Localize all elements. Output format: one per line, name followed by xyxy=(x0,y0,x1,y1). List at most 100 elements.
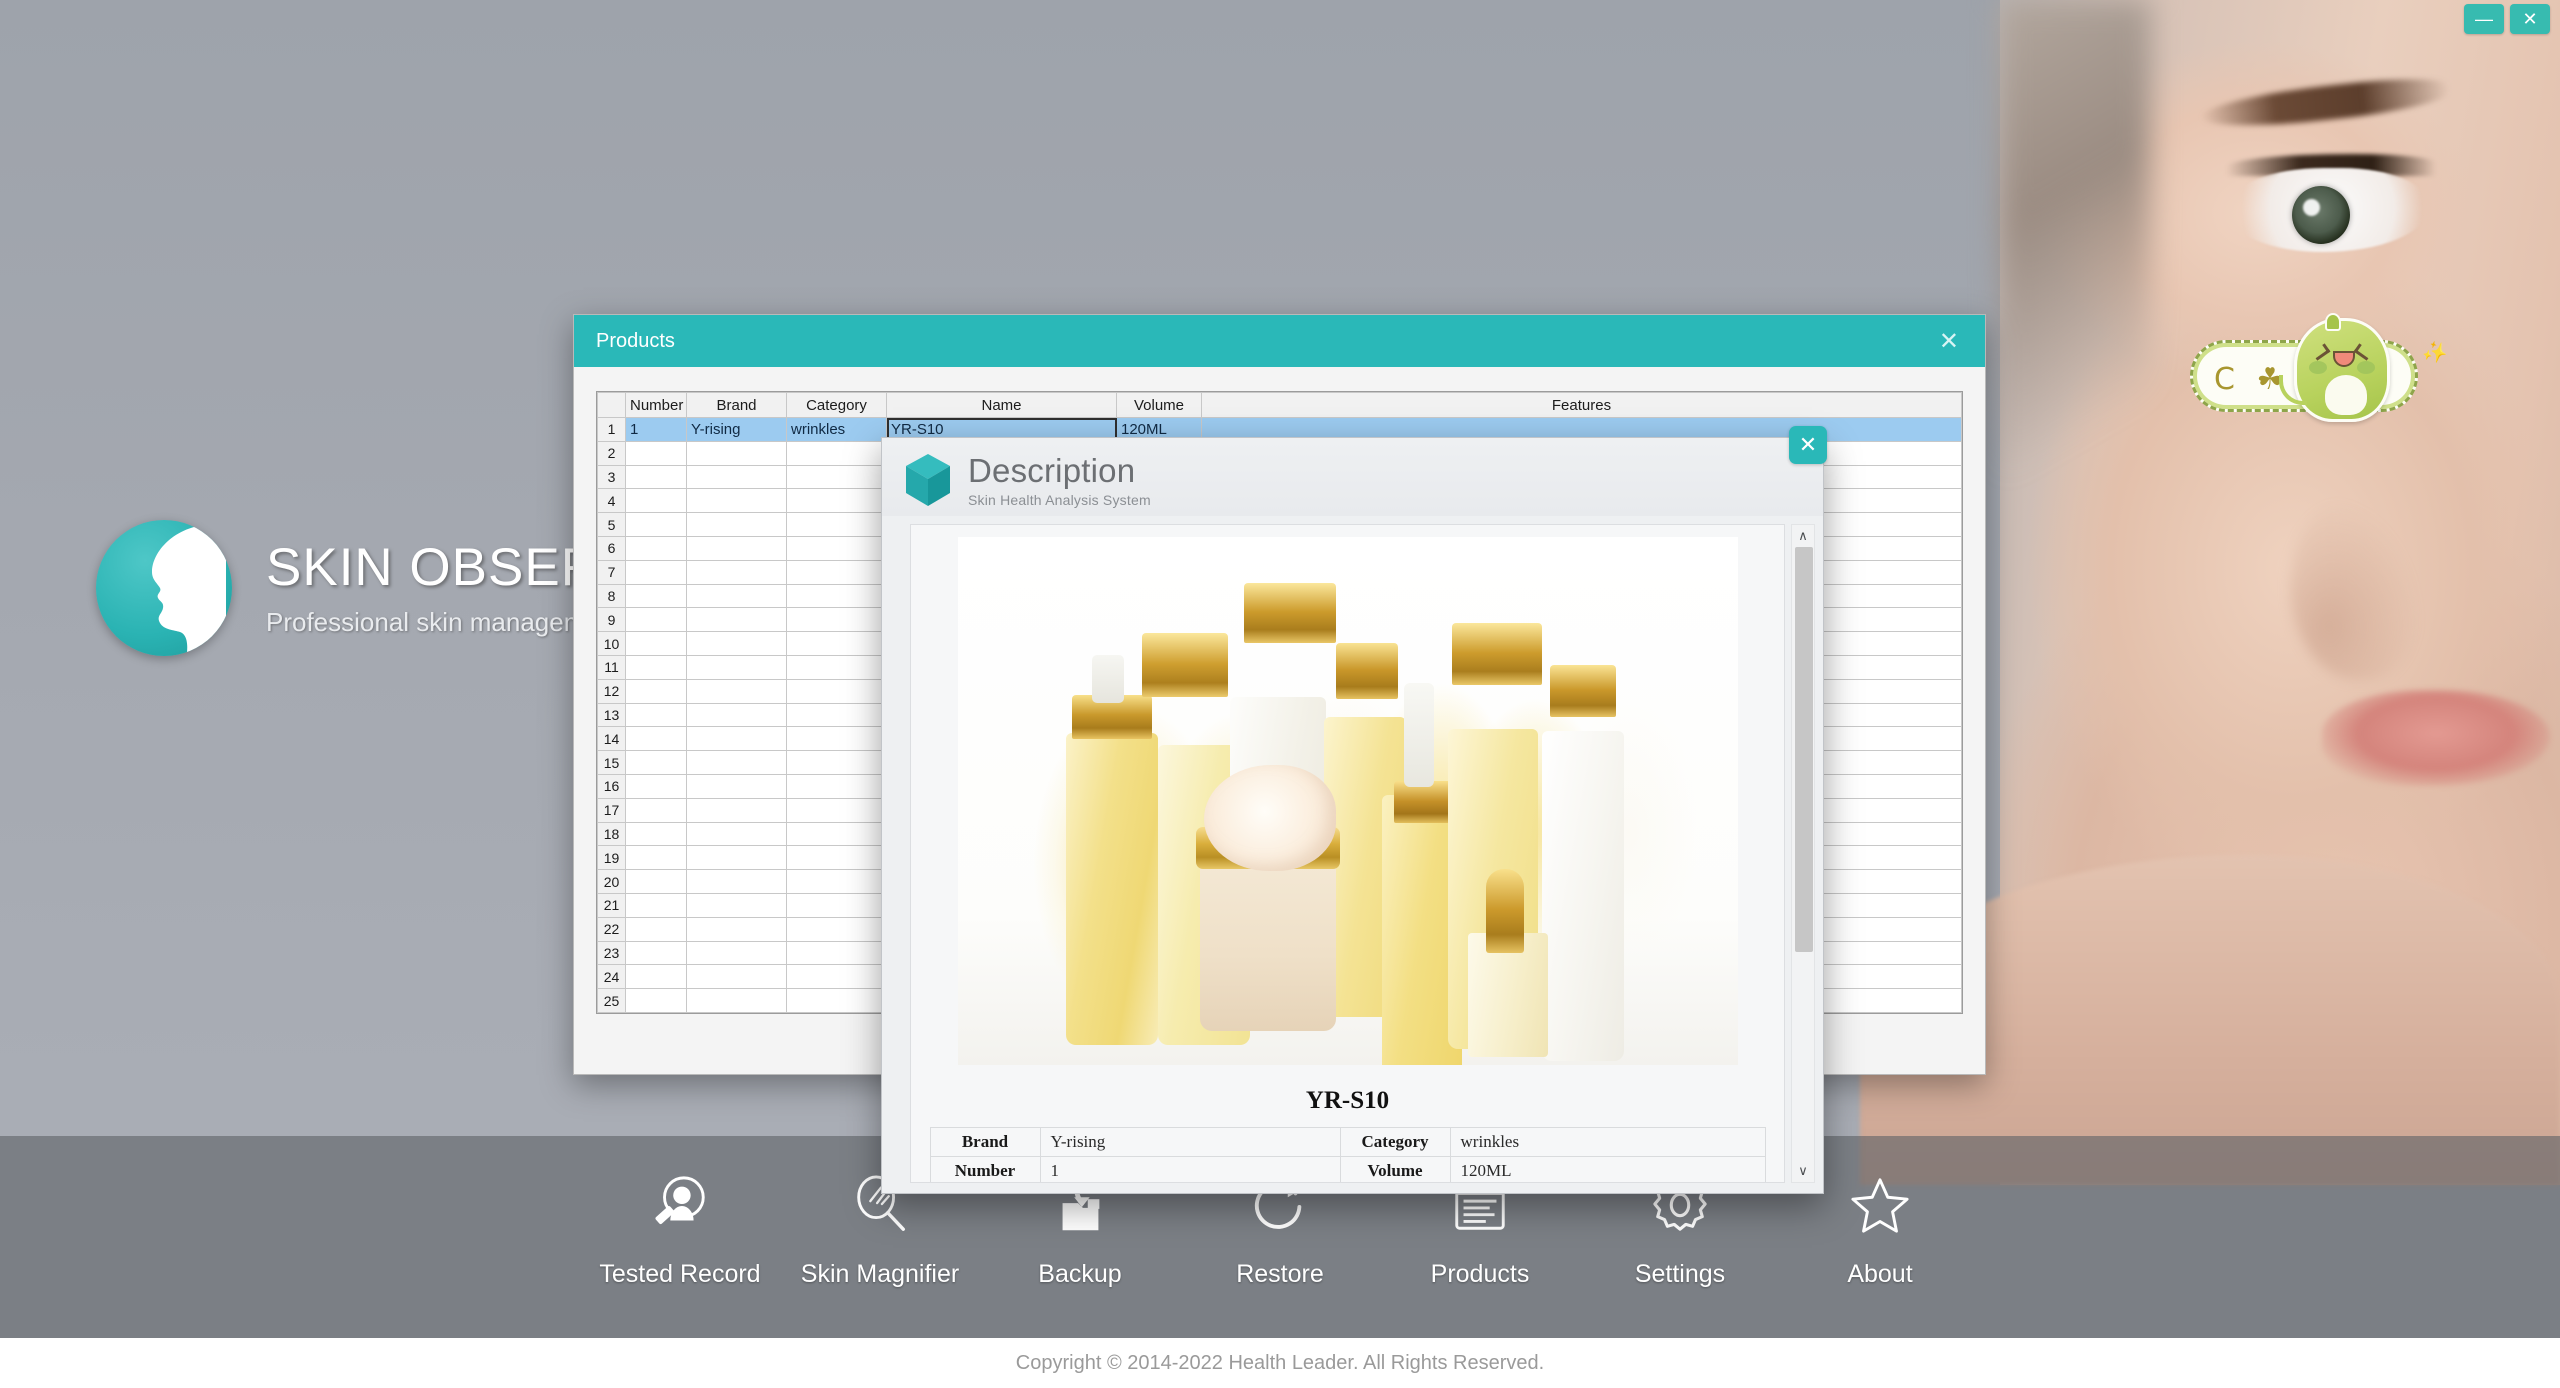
cell-category[interactable] xyxy=(786,464,887,490)
cell-number[interactable] xyxy=(625,916,687,942)
cell-number[interactable] xyxy=(625,607,687,633)
cell-category[interactable] xyxy=(786,726,887,752)
cell-number[interactable] xyxy=(625,869,687,894)
cell-brand[interactable] xyxy=(686,869,787,894)
cell-brand[interactable] xyxy=(686,631,787,656)
cell-number[interactable]: 1 xyxy=(625,417,687,442)
cell-brand[interactable] xyxy=(686,988,787,1013)
cell-number[interactable] xyxy=(625,654,687,680)
cell-brand[interactable] xyxy=(686,726,787,752)
row-number-cell[interactable]: 3 xyxy=(597,464,626,490)
cell-category[interactable] xyxy=(786,845,887,871)
cell-number[interactable] xyxy=(625,631,687,656)
row-number-cell[interactable]: 5 xyxy=(597,512,626,537)
scroll-up-icon[interactable]: ∧ xyxy=(1791,525,1815,547)
scroll-down-icon[interactable]: ∨ xyxy=(1791,1160,1815,1182)
cell-brand[interactable] xyxy=(686,892,787,918)
cell-number[interactable] xyxy=(625,940,687,966)
row-number-cell[interactable]: 11 xyxy=(597,654,626,680)
cell-category[interactable] xyxy=(786,964,887,990)
cell-category[interactable] xyxy=(786,892,887,918)
row-number-cell[interactable]: 12 xyxy=(597,678,626,704)
cell-number[interactable] xyxy=(625,440,687,466)
cell-category[interactable] xyxy=(786,488,887,514)
cell-brand[interactable] xyxy=(686,535,787,561)
cell-brand[interactable] xyxy=(686,559,787,585)
cell-category[interactable] xyxy=(786,702,887,728)
row-number-cell[interactable]: 8 xyxy=(597,583,626,609)
cell-number[interactable] xyxy=(625,797,687,823)
cell-number[interactable] xyxy=(625,702,687,728)
cell-category[interactable] xyxy=(786,654,887,680)
cell-category[interactable] xyxy=(786,869,887,894)
products-grid-header-cell[interactable]: Volume xyxy=(1116,392,1202,418)
products-grid-header-cell[interactable]: Name xyxy=(886,392,1117,418)
cell-category[interactable] xyxy=(786,583,887,609)
cell-category[interactable] xyxy=(786,750,887,775)
row-number-cell[interactable]: 14 xyxy=(597,726,626,752)
scrollbar-track[interactable] xyxy=(1792,547,1814,1160)
cell-brand[interactable] xyxy=(686,702,787,728)
cell-brand[interactable] xyxy=(686,821,787,847)
cell-category[interactable] xyxy=(786,940,887,966)
cell-brand[interactable]: Y-rising xyxy=(686,417,787,442)
cell-number[interactable] xyxy=(625,845,687,871)
products-grid-header-cell[interactable]: Features xyxy=(1201,392,1962,418)
description-close-icon[interactable]: ✕ xyxy=(1789,426,1827,464)
cell-category[interactable] xyxy=(786,631,887,656)
products-grid-header-cell[interactable]: Number xyxy=(625,392,687,418)
cell-number[interactable] xyxy=(625,678,687,704)
cell-brand[interactable] xyxy=(686,654,787,680)
scrollbar-thumb[interactable] xyxy=(1795,547,1813,952)
cell-number[interactable] xyxy=(625,488,687,514)
cell-number[interactable] xyxy=(625,750,687,775)
cell-number[interactable] xyxy=(625,464,687,490)
cell-brand[interactable] xyxy=(686,797,787,823)
cell-brand[interactable] xyxy=(686,845,787,871)
row-number-cell[interactable]: 10 xyxy=(597,631,626,656)
products-grid-header-cell[interactable] xyxy=(597,392,626,418)
row-number-cell[interactable]: 9 xyxy=(597,607,626,633)
cell-brand[interactable] xyxy=(686,464,787,490)
row-number-cell[interactable]: 19 xyxy=(597,845,626,871)
cell-category[interactable] xyxy=(786,797,887,823)
cell-category[interactable] xyxy=(786,512,887,537)
row-number-cell[interactable]: 25 xyxy=(597,988,626,1013)
row-number-cell[interactable]: 7 xyxy=(597,559,626,585)
cell-category[interactable] xyxy=(786,559,887,585)
products-close-icon[interactable]: ✕ xyxy=(1931,327,1967,355)
description-scroll-pane[interactable]: YR-S10 Brand Y-rising Category wrinkles Numb… xyxy=(910,524,1785,1183)
cell-brand[interactable] xyxy=(686,964,787,990)
cell-category[interactable]: wrinkles xyxy=(786,417,887,442)
row-number-cell[interactable]: 6 xyxy=(597,535,626,561)
row-number-cell[interactable]: 21 xyxy=(597,892,626,918)
cell-category[interactable] xyxy=(786,821,887,847)
minimize-button[interactable]: — xyxy=(2464,4,2504,34)
cell-number[interactable] xyxy=(625,535,687,561)
cell-number[interactable] xyxy=(625,892,687,918)
cell-number[interactable] xyxy=(625,559,687,585)
cell-brand[interactable] xyxy=(686,678,787,704)
cell-brand[interactable] xyxy=(686,488,787,514)
row-number-cell[interactable]: 4 xyxy=(597,488,626,514)
cell-brand[interactable] xyxy=(686,750,787,775)
row-number-cell[interactable]: 20 xyxy=(597,869,626,894)
row-number-cell[interactable]: 1 xyxy=(597,417,626,442)
cell-brand[interactable] xyxy=(686,440,787,466)
products-grid-header-cell[interactable]: Category xyxy=(786,392,887,418)
cell-number[interactable] xyxy=(625,773,687,799)
cell-category[interactable] xyxy=(786,607,887,633)
cell-brand[interactable] xyxy=(686,512,787,537)
row-number-cell[interactable]: 13 xyxy=(597,702,626,728)
cell-number[interactable] xyxy=(625,988,687,1013)
cell-number[interactable] xyxy=(625,964,687,990)
cell-number[interactable] xyxy=(625,726,687,752)
row-number-cell[interactable]: 15 xyxy=(597,750,626,775)
cell-brand[interactable] xyxy=(686,583,787,609)
toolbar-item-tested-record[interactable]: Tested Record xyxy=(580,1152,780,1322)
row-number-cell[interactable]: 2 xyxy=(597,440,626,466)
row-number-cell[interactable]: 23 xyxy=(597,940,626,966)
cell-category[interactable] xyxy=(786,773,887,799)
description-scrollbar[interactable]: ∧ ∨ xyxy=(1791,524,1815,1183)
row-number-cell[interactable]: 22 xyxy=(597,916,626,942)
